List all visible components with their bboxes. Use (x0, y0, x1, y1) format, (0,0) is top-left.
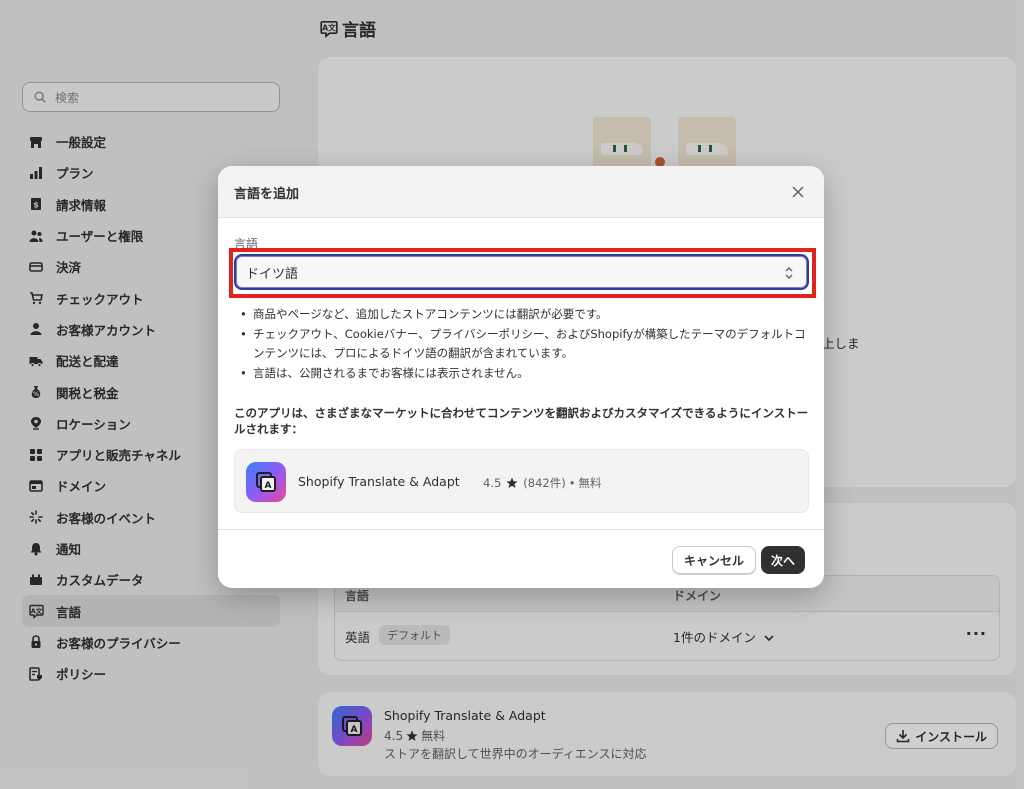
svg-text:A: A (265, 481, 272, 491)
translate-app-icon: A (246, 462, 286, 502)
install-note: このアプリは、さまざまなマーケットに合わせてコンテンツを翻訳およびカスタマイズで… (234, 406, 809, 436)
list-item: チェックアウト、Cookieバナー、プライバシーポリシー、およびShopifyが… (240, 325, 810, 364)
list-item: 商品やページなど、追加したストアコンテンツには翻訳が必要です。 (240, 305, 810, 325)
selected-language: ドイツ語 (246, 266, 299, 282)
next-button[interactable]: 次へ (761, 546, 806, 574)
app-meta: 4.5 (842件) • 無料 (483, 475, 602, 491)
language-select[interactable]: ドイツ語 (234, 254, 809, 290)
chevron-up-down-icon (785, 267, 793, 279)
app-price: 無料 (578, 476, 602, 490)
modal-footer: キャンセル 次へ (218, 529, 824, 588)
app-name: Shopify Translate & Adapt (298, 474, 460, 489)
app-info-box: A Shopify Translate & Adapt 4.5 (842件) •… (234, 449, 809, 513)
add-language-modal: 言語を追加 言語 ドイツ語 商品やページなど、追加したストアコンテンツには翻訳が… (218, 166, 824, 588)
modal-header: 言語を追加 (218, 166, 824, 218)
list-item: 言語は、公開されるまでお客様には表示されません。 (240, 364, 810, 384)
close-button[interactable] (786, 180, 810, 204)
cancel-button[interactable]: キャンセル (672, 546, 757, 574)
star-icon (506, 477, 518, 488)
info-list: 商品やページなど、追加したストアコンテンツには翻訳が必要です。 チェックアウト、… (240, 305, 810, 383)
modal-title: 言語を追加 (234, 187, 300, 202)
rating-value: 4.5 (483, 476, 502, 490)
close-icon (792, 186, 804, 198)
review-count: (842件) (523, 476, 566, 490)
separator: • (568, 476, 576, 490)
